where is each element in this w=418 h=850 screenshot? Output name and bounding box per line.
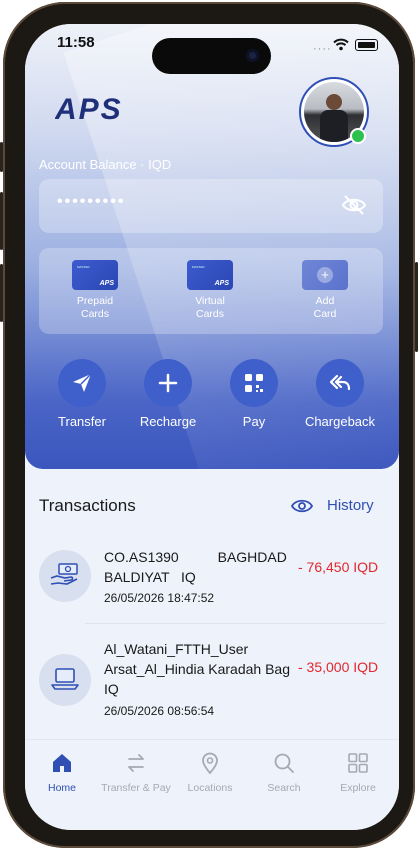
eye-off-icon[interactable] [341, 194, 367, 216]
prepaid-cards-label: Prepaid Cards [55, 295, 135, 321]
transfer-circle [58, 359, 106, 407]
divider [85, 623, 385, 624]
tab-locations[interactable]: Locations [173, 752, 247, 794]
tx-line1: CO.AS1390 BAGHDAD [104, 549, 287, 565]
chargeback-label: Chargeback [304, 414, 376, 429]
tab-search[interactable]: Search [247, 752, 321, 794]
status-bar: 11:58 ···· [25, 34, 399, 74]
plus-icon: + [317, 267, 333, 283]
signal-icon: ···· [313, 43, 332, 55]
transaction-row[interactable]: CO.AS1390 BAGHDAD BALDIYAT IQ 26/05/2026… [39, 544, 385, 624]
tx-line2: BALDIYAT IQ [104, 569, 196, 585]
prepaid-line1: Prepaid [76, 295, 114, 307]
chargeback-button[interactable]: Chargeback [295, 359, 385, 429]
transfer-icon [128, 754, 144, 772]
history-label: History [327, 497, 374, 514]
wifi-icon [333, 38, 349, 51]
virtual-line1: Virtual [195, 295, 225, 307]
header-panel: 11:58 ···· APS Account Balance · IQD •••… [25, 24, 399, 469]
pay-circle [230, 359, 278, 407]
tab-explore[interactable]: Explore [321, 752, 395, 794]
virtual-cards-button[interactable]: MASTER APS Virtual Cards [170, 260, 250, 321]
camera-icon [246, 49, 259, 62]
balance-label: Account Balance · IQD [39, 157, 172, 172]
tx-line3: IQ [104, 681, 119, 697]
card-tiny-text: MASTER [192, 265, 205, 269]
battery-icon [355, 39, 378, 51]
app-screen: 11:58 ···· APS Account Balance · IQD •••… [25, 24, 399, 830]
dynamic-island [152, 38, 271, 74]
masked-balance: ••••••••• [57, 193, 126, 210]
add-card-button[interactable]: + Add Card [285, 260, 365, 321]
cash-hand-icon [39, 550, 91, 602]
transaction-amount: - 35,000 IQD [298, 659, 379, 675]
chargeback-circle [316, 359, 364, 407]
aps-logo: APS [55, 94, 123, 122]
card-brand: APS [99, 280, 114, 287]
search-icon [274, 753, 294, 773]
tab-explore-label: Explore [340, 782, 376, 794]
transactions-title: Transactions [39, 496, 136, 515]
add-line2: Card [313, 308, 337, 320]
recharge-button[interactable]: Recharge [123, 359, 213, 429]
send-icon [73, 373, 92, 392]
virtual-line2: Cards [195, 308, 224, 320]
grid-icon [348, 753, 368, 773]
virtual-cards-label: Virtual Cards [170, 295, 250, 321]
recharge-circle [144, 359, 192, 407]
bottom-tab-bar: Home Transfer & Pay Locations Search Exp… [25, 739, 399, 830]
tab-home-label: Home [47, 782, 76, 794]
plus-icon [158, 373, 178, 393]
balance-box: ••••••••• [39, 179, 383, 233]
tab-home[interactable]: Home [25, 752, 99, 794]
cards-panel: MASTER APS Prepaid Cards MASTER APS Virt… [39, 248, 383, 334]
laptop-icon [39, 654, 91, 706]
card-tiny-text: MASTER [77, 265, 90, 269]
prepaid-card-icon: MASTER APS [72, 260, 118, 290]
svg-text:APS: APS [55, 94, 123, 122]
tab-transfer-pay[interactable]: Transfer & Pay [99, 752, 173, 794]
add-line1: Add [315, 295, 335, 307]
tx-line2: Arsat_Al_Hindia Karadah Bag [104, 661, 291, 677]
eye-icon [291, 499, 313, 513]
transaction-date: 26/05/2026 18:47:52 [104, 591, 215, 605]
volume-down-button [0, 264, 3, 322]
phone-frame: 11:58 ···· APS Account Balance · IQD •••… [0, 2, 418, 848]
add-card-label: Add Card [285, 295, 365, 321]
transaction-row[interactable]: Al_Watani_FTTH_User Arsat_Al_Hindia Kara… [39, 638, 385, 730]
pay-label: Pay [242, 414, 266, 429]
laptop-glyph [51, 668, 79, 690]
prepaid-line2: Cards [80, 308, 109, 320]
card-brand: APS [214, 280, 229, 287]
transaction-amount: - 76,450 IQD [298, 559, 379, 575]
tab-locations-label: Locations [187, 782, 233, 794]
home-icon [53, 754, 71, 772]
pay-button[interactable]: Pay [209, 359, 299, 429]
online-status-dot [350, 128, 366, 144]
undo-icon [329, 374, 351, 391]
tab-search-label: Search [267, 782, 301, 794]
prepaid-cards-button[interactable]: MASTER APS Prepaid Cards [55, 260, 135, 321]
transaction-date: 26/05/2026 08:56:54 [104, 704, 215, 718]
transaction-description: Al_Watani_FTTH_User Arsat_Al_Hindia Kara… [104, 639, 290, 699]
tx-line1: Al_Watani_FTTH_User [104, 641, 249, 657]
transfer-label: Transfer [58, 414, 106, 429]
volume-up-button [0, 192, 3, 250]
add-card-icon: + [302, 260, 348, 290]
recharge-label: Recharge [139, 414, 197, 429]
location-pin-icon [202, 752, 218, 775]
transaction-description: CO.AS1390 BAGHDAD BALDIYAT IQ [104, 547, 287, 587]
tab-transfer-pay-label: Transfer & Pay [101, 782, 171, 794]
cash-hand-glyph [50, 563, 78, 585]
transfer-button[interactable]: Transfer [37, 359, 127, 429]
virtual-card-icon: MASTER APS [187, 260, 233, 290]
qr-icon [245, 374, 263, 392]
status-time: 11:58 [57, 34, 95, 51]
side-button [0, 142, 3, 172]
